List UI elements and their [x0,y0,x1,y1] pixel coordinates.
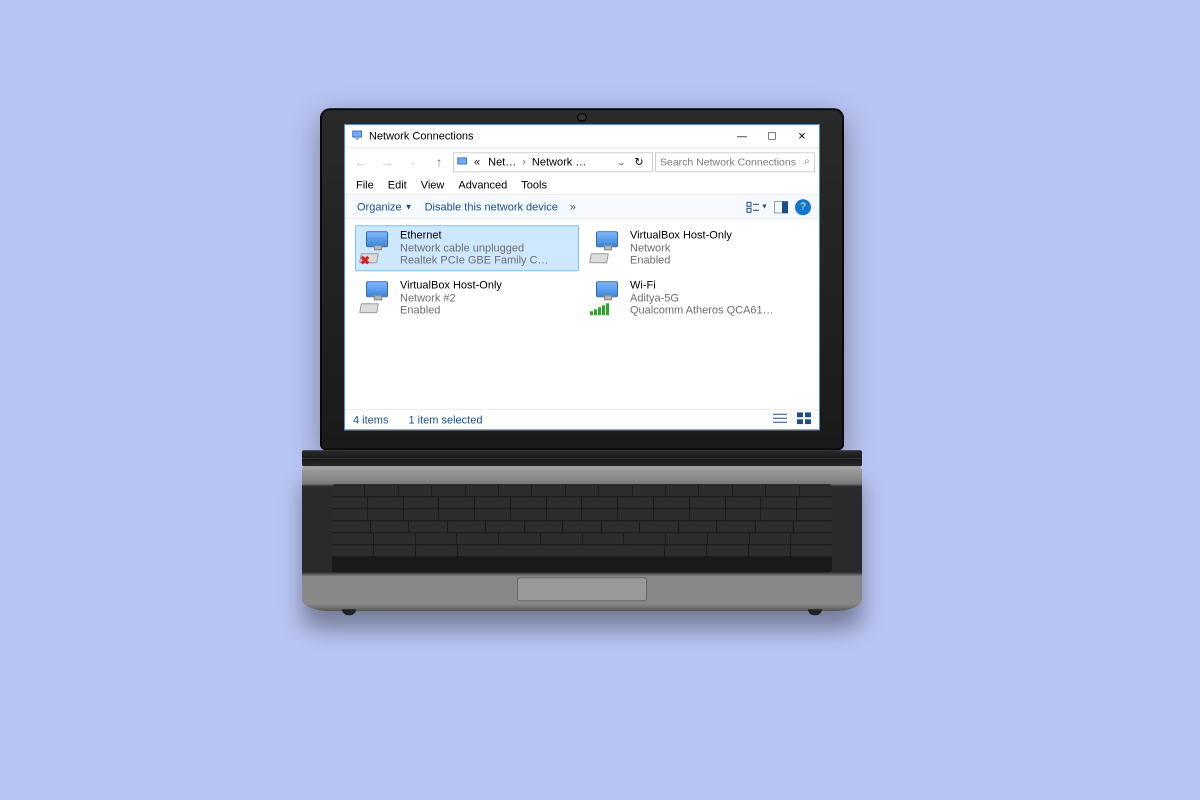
menu-advanced[interactable]: Advanced [451,179,514,191]
connection-ethernet[interactable]: ✖ Ethernet Network cable unplugged Realt… [355,225,579,271]
view-options-button[interactable]: ▼ [745,200,769,214]
laptop-keyboard [332,484,832,572]
nav-row: ← → ⌄ ↑ « Net… › Network … ⌄ ↻ Search Ne [345,147,819,175]
connection-device: Enabled [400,305,502,318]
maximize-button[interactable]: ☐ [757,125,787,147]
refresh-button[interactable]: ↻ [628,155,650,168]
connection-text: Ethernet Network cable unplugged Realtek… [400,229,549,267]
up-button[interactable]: ↑ [427,151,451,173]
search-input[interactable]: Search Network Connections ⌕ [655,152,815,172]
connections-list: ✖ Ethernet Network cable unplugged Realt… [345,219,819,409]
connection-device: Enabled [630,255,732,268]
connection-status: Network [630,242,732,255]
folder-icon [456,155,470,169]
breadcrumb[interactable]: « Net… › Network … ⌄ ↻ [453,152,653,172]
back-button[interactable]: ← [349,151,373,173]
connection-name: Wi-Fi [630,279,774,292]
menu-edit[interactable]: Edit [381,179,414,191]
menu-view[interactable]: View [414,179,452,191]
titlebar[interactable]: Network Connections — ☐ ✕ [345,125,819,147]
ethernet-icon [590,231,624,265]
connection-device: Qualcomm Atheros QCA61… [630,305,774,318]
connection-status: Network cable unplugged [400,242,549,255]
item-count: 4 items [353,414,388,426]
webcam [578,114,586,120]
connection-name: VirtualBox Host-Only [630,229,732,242]
recent-locations-button[interactable]: ⌄ [401,151,425,173]
view-icons-icon[interactable] [797,412,811,427]
forward-button[interactable]: → [375,151,399,173]
laptop-base [302,466,862,611]
ethernet-error-icon: ✖ [360,231,394,265]
laptop-screen: Network Connections — ☐ ✕ ← → ⌄ ↑ « Net…… [344,124,820,430]
preview-pane-button[interactable] [769,201,793,213]
search-placeholder: Search Network Connections [660,156,804,168]
close-button[interactable]: ✕ [787,125,817,147]
connection-text: VirtualBox Host-Only Network Enabled [630,229,732,267]
connection-virtualbox-2[interactable]: VirtualBox Host-Only Network #2 Enabled [355,275,579,321]
chevron-down-icon[interactable]: ⌄ [615,155,628,168]
laptop-foot [808,609,822,615]
breadcrumb-prefix: « [470,156,484,168]
network-connections-icon [351,129,365,143]
selected-count: 1 item selected [408,414,482,426]
connection-device: Realtek PCIe GBE Family C… [400,255,549,268]
ethernet-icon [360,281,394,315]
laptop-trackpad [517,577,647,601]
connection-status: Network #2 [400,292,502,305]
laptop-screen-bezel: Network Connections — ☐ ✕ ← → ⌄ ↑ « Net…… [320,108,844,450]
organize-button[interactable]: Organize ▼ [351,201,419,213]
connection-wifi[interactable]: Wi-Fi Aditya-5G Qualcomm Atheros QCA61… [585,275,809,321]
connection-name: Ethernet [400,229,549,242]
connection-text: Wi-Fi Aditya-5G Qualcomm Atheros QCA61… [630,279,774,317]
menu-tools[interactable]: Tools [514,179,554,191]
laptop-foot [342,609,356,615]
connection-text: VirtualBox Host-Only Network #2 Enabled [400,279,502,317]
connection-status: Aditya-5G [630,292,774,305]
connection-name: VirtualBox Host-Only [400,279,502,292]
minimize-button[interactable]: — [727,125,757,147]
laptop-frame: Network Connections — ☐ ✕ ← → ⌄ ↑ « Net…… [320,108,880,611]
breadcrumb-seg-2[interactable]: Network … [528,156,590,168]
disable-device-button[interactable]: Disable this network device [419,201,564,213]
statusbar: 4 items 1 item selected [345,409,819,429]
help-button[interactable]: ? [795,199,811,215]
dropdown-icon: ▼ [405,202,413,211]
search-icon: ⌕ [804,155,810,168]
laptop-hinge [302,450,862,466]
window-title: Network Connections [369,130,727,142]
connection-virtualbox-1[interactable]: VirtualBox Host-Only Network Enabled [585,225,809,271]
command-bar: Organize ▼ Disable this network device »… [345,195,819,219]
wifi-icon [590,281,624,315]
chevron-right-icon: › [520,156,528,168]
breadcrumb-seg-1[interactable]: Net… [484,156,520,168]
network-connections-window: Network Connections — ☐ ✕ ← → ⌄ ↑ « Net…… [344,124,820,430]
view-details-icon[interactable] [773,412,787,427]
menubar: File Edit View Advanced Tools [345,175,819,195]
more-commands-button[interactable]: » [564,201,582,213]
menu-file[interactable]: File [349,179,381,191]
